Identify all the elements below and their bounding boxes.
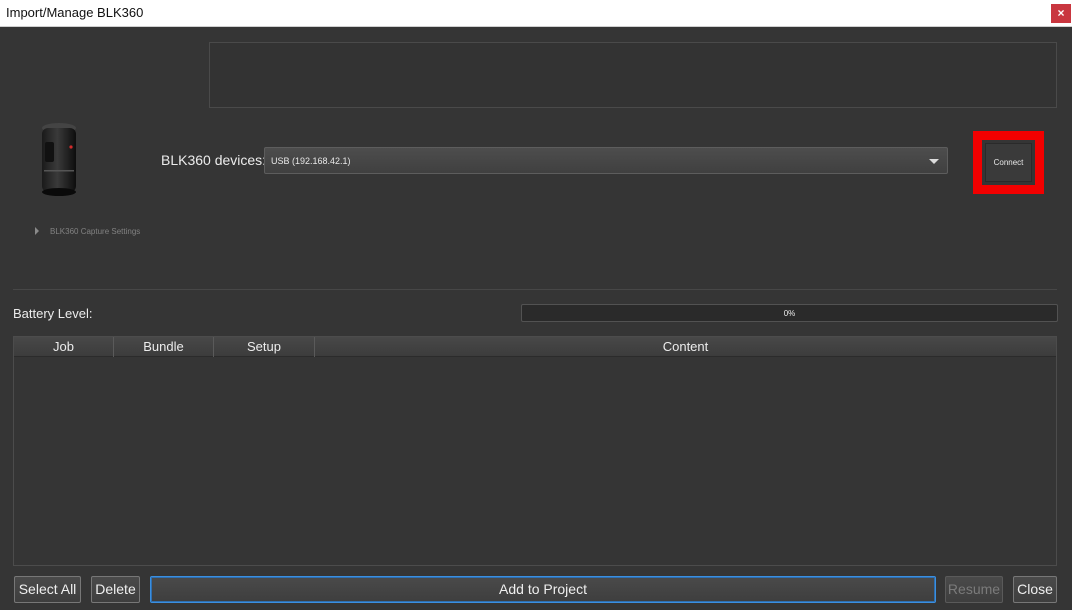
resume-button[interactable]: Resume (945, 576, 1003, 603)
table-header: Job Bundle Setup Content (14, 337, 1056, 357)
column-header-content[interactable]: Content (315, 337, 1056, 357)
connect-button[interactable]: Connect (985, 143, 1032, 182)
device-dropdown-value: USB (192.168.42.1) (271, 156, 351, 166)
add-to-project-button[interactable]: Add to Project (150, 576, 936, 603)
separator (13, 289, 1057, 290)
capture-settings-toggle[interactable]: BLK360 Capture Settings (35, 227, 140, 236)
close-button[interactable]: Close (1013, 576, 1057, 603)
column-header-bundle[interactable]: Bundle (114, 337, 214, 357)
battery-percent: 0% (783, 309, 796, 318)
triangle-right-icon (35, 227, 39, 235)
battery-progress-bar: 0% (521, 304, 1058, 322)
chevron-down-icon[interactable] (929, 159, 939, 164)
column-header-setup[interactable]: Setup (214, 337, 315, 357)
select-all-button[interactable]: Select All (14, 576, 81, 603)
blk360-scanner-icon (42, 123, 76, 196)
window-title: Import/Manage BLK360 (6, 5, 144, 20)
delete-button[interactable]: Delete (91, 576, 140, 603)
window-close-button[interactable]: × (1051, 4, 1071, 23)
jobs-table[interactable]: Job Bundle Setup Content (13, 336, 1057, 566)
device-dropdown[interactable]: USB (192.168.42.1) (264, 147, 948, 174)
title-bar: Import/Manage BLK360 × (0, 0, 1072, 27)
devices-label: BLK360 devices: (161, 152, 267, 168)
battery-label: Battery Level: (13, 306, 93, 321)
capture-settings-label: BLK360 Capture Settings (50, 227, 141, 236)
status-panel (209, 42, 1057, 108)
column-header-job[interactable]: Job (14, 337, 114, 357)
